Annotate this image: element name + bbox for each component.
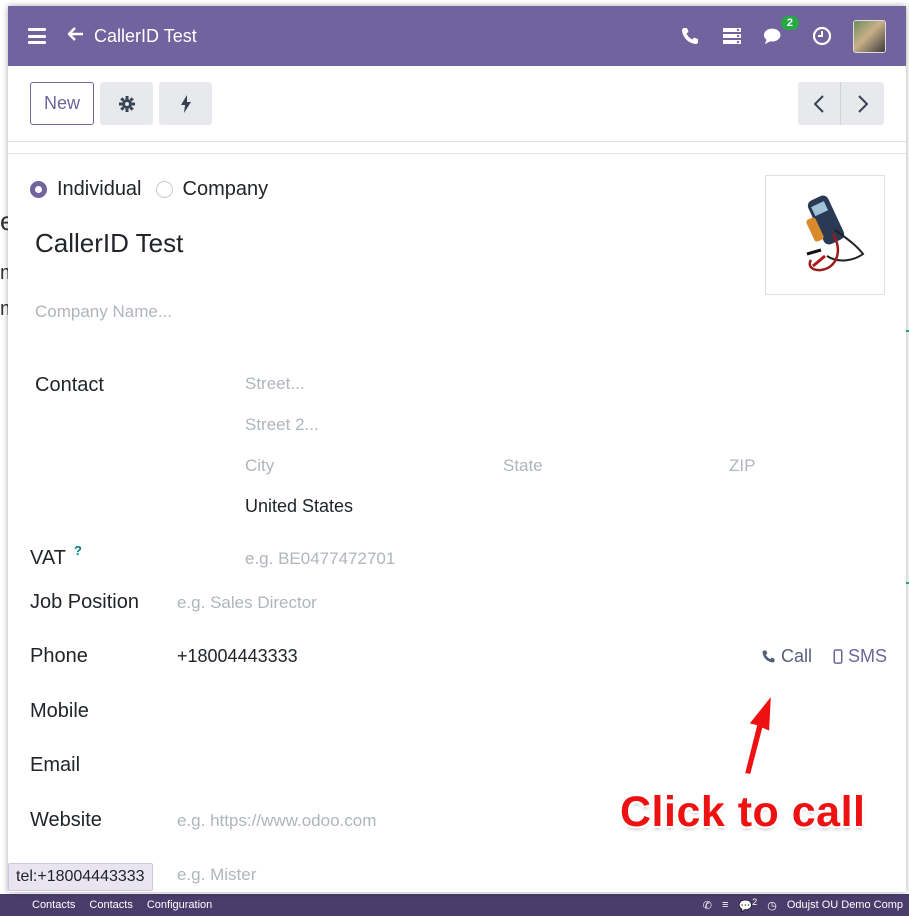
link-status-tooltip: tel:+18004443333	[8, 863, 153, 891]
phone-icon	[762, 650, 775, 663]
phone-label: Phone	[30, 645, 88, 667]
menu-icon[interactable]	[28, 28, 46, 44]
contact-name-input[interactable]: CallerID Test	[35, 228, 183, 259]
title-input[interactable]: e.g. Mister	[177, 865, 256, 885]
zip-input[interactable]: ZIP	[729, 456, 755, 476]
background-navbar: Contacts Contacts Configuration ✆ ≡ 💬2 ◷…	[0, 894, 909, 916]
chat-icon: 💬2	[738, 897, 758, 913]
control-panel: New	[8, 66, 906, 142]
job-position-label: Job Position	[30, 591, 139, 613]
contact-form-sheet: Individual Company CallerID Test Company…	[8, 154, 906, 892]
call-label: Call	[781, 646, 813, 666]
chat-icon[interactable]: 2	[763, 16, 799, 47]
street-input[interactable]: Street...	[245, 374, 305, 394]
radio-company-label[interactable]: Company	[183, 178, 269, 201]
sheet-divider	[8, 142, 906, 154]
radio-individual[interactable]	[30, 181, 47, 198]
back-arrow-icon[interactable]	[67, 25, 84, 47]
clock-icon: ◷	[767, 899, 777, 912]
activity-list-icon[interactable]	[721, 25, 743, 47]
user-avatar[interactable]	[853, 19, 886, 53]
clock-icon[interactable]	[811, 25, 833, 47]
breadcrumb-title: CallerID Test	[94, 25, 197, 46]
state-select[interactable]: State	[503, 456, 543, 476]
contact-label: Contact	[35, 374, 104, 396]
country-select[interactable]: United States	[245, 496, 353, 517]
contact-image[interactable]	[765, 175, 885, 295]
city-input[interactable]: City	[245, 456, 274, 476]
call-button[interactable]: Call	[761, 646, 812, 667]
new-button[interactable]: New	[30, 82, 95, 125]
street2-input[interactable]: Street 2...	[245, 415, 319, 435]
sms-label: SMS	[848, 646, 888, 666]
mobile-icon	[833, 649, 843, 664]
vat-help-tooltip[interactable]: ?	[74, 543, 82, 558]
job-position-input[interactable]: e.g. Sales Director	[177, 593, 317, 613]
phone-input[interactable]: +18004443333	[177, 646, 298, 667]
email-label: Email	[30, 754, 81, 776]
company-name: Odujst OU Demo Comp	[786, 899, 903, 911]
company-type-radio-group: Individual Company	[30, 178, 282, 201]
vat-input[interactable]: e.g. BE0477472701	[245, 549, 395, 569]
phone-icon: ✆	[702, 899, 713, 912]
background-menu-item: Configuration	[146, 899, 213, 911]
annotation-arrow	[742, 692, 774, 776]
background-menu-item: Contacts	[89, 899, 133, 911]
vat-label: VAT	[30, 547, 66, 569]
mobile-label: Mobile	[30, 700, 89, 722]
website-label: Website	[30, 809, 102, 831]
chevron-left-icon[interactable]	[798, 82, 841, 125]
sms-button[interactable]: SMS	[833, 646, 887, 667]
radio-individual-label[interactable]: Individual	[57, 178, 142, 201]
chat-badge: 2	[780, 16, 799, 30]
top-navbar: CallerID Test 2	[8, 6, 906, 66]
company-name-input[interactable]: Company Name...	[35, 302, 172, 322]
navbar-systray: 2	[679, 16, 886, 53]
click-to-call-annotation: Click to call	[620, 788, 866, 836]
gear-icon[interactable]	[100, 82, 154, 125]
chevron-right-icon[interactable]	[841, 82, 884, 125]
telephone-tester-image	[806, 195, 865, 272]
background-navbar-right: ✆ ≡ 💬2 ◷ Odujst OU Demo Comp	[703, 897, 903, 913]
radio-company[interactable]	[155, 181, 173, 198]
website-input[interactable]: e.g. https://www.odoo.com	[177, 811, 376, 831]
list-icon: ≡	[722, 899, 729, 911]
background-menu-item: Contacts	[32, 899, 76, 911]
chat-badge: 2	[752, 897, 758, 908]
phone-icon[interactable]	[679, 25, 701, 47]
record-pager	[798, 82, 884, 125]
lightning-icon[interactable]	[159, 82, 213, 125]
